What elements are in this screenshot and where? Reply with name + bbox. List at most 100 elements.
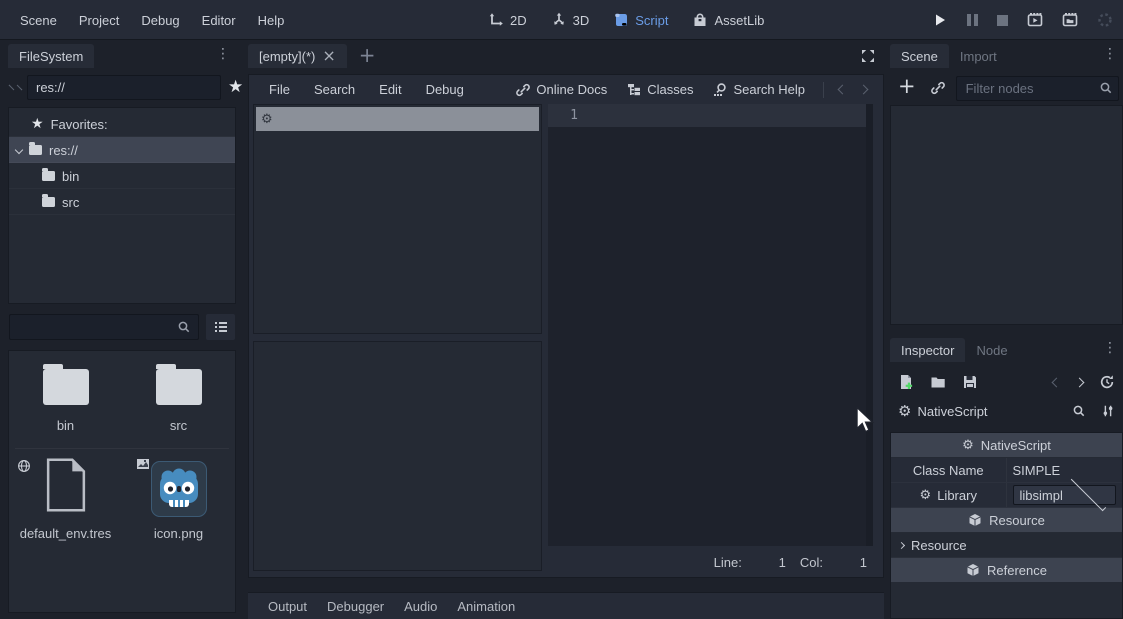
- tab-animation[interactable]: Animation: [447, 599, 525, 614]
- file-search-input[interactable]: [9, 314, 199, 340]
- file-item-bin[interactable]: bin: [9, 361, 122, 436]
- 2d-axis-icon: [488, 12, 504, 28]
- instance-scene-icon[interactable]: [930, 80, 946, 96]
- collapse-arrow-icon[interactable]: [15, 145, 23, 153]
- tree-item-res[interactable]: res://: [9, 137, 235, 163]
- godot-logo-icon: [156, 467, 202, 511]
- workspace-3d-label: 3D: [573, 13, 590, 28]
- tab-import[interactable]: Import: [949, 44, 1008, 68]
- file-item-icon-png[interactable]: icon.png: [122, 457, 235, 544]
- script-tab-label: [empty](*): [259, 49, 315, 64]
- inspector-back-icon[interactable]: [1052, 377, 1062, 387]
- script-menu-edit[interactable]: Edit: [369, 82, 411, 97]
- reference-cube-icon: [966, 563, 980, 577]
- script-icon: [613, 12, 629, 28]
- tree-item-bin-label: bin: [62, 168, 79, 184]
- fullscreen-icon[interactable]: [860, 48, 876, 64]
- category-nativescript[interactable]: ⚙ NativeScript: [891, 433, 1122, 457]
- file-item-src-label: src: [131, 417, 227, 436]
- icon-png-thumbnail: [151, 461, 207, 517]
- file-list-view-toggle[interactable]: [206, 314, 235, 340]
- history-forward-icon[interactable]: [17, 84, 23, 90]
- add-node-button[interactable]: +: [894, 76, 920, 97]
- folder-icon: [42, 197, 55, 207]
- workspace-2d-label: 2D: [510, 13, 527, 28]
- class-name-label: Class Name: [913, 463, 984, 478]
- online-docs-button[interactable]: Online Docs: [510, 82, 612, 98]
- save-resource-button[interactable]: [962, 374, 978, 390]
- tab-output[interactable]: Output: [258, 599, 317, 614]
- filter-nodes-input[interactable]: [956, 76, 1119, 101]
- menu-scene[interactable]: Scene: [9, 13, 68, 28]
- pause-button[interactable]: [967, 14, 978, 26]
- scene-toolbar: +: [890, 74, 1123, 102]
- load-resource-button[interactable]: [930, 374, 946, 390]
- inspector-forward-icon[interactable]: [1075, 377, 1085, 387]
- library-dropdown[interactable]: libsimple.: [1013, 485, 1117, 505]
- filesystem-menu-icon[interactable]: ⋮: [216, 47, 230, 61]
- file-item-icon-png-label: icon.png: [131, 525, 227, 544]
- resource-expand-row[interactable]: Resource: [891, 533, 1122, 558]
- path-input[interactable]: [27, 75, 221, 100]
- inspector-object-name: NativeScript: [917, 404, 987, 419]
- script-forward-icon[interactable]: [859, 85, 869, 95]
- script-menu-file[interactable]: File: [259, 82, 300, 97]
- tab-audio[interactable]: Audio: [394, 599, 447, 614]
- classes-button[interactable]: Classes: [621, 82, 698, 98]
- history-icon[interactable]: [1099, 374, 1115, 390]
- inspector-menu-icon[interactable]: ⋮: [1103, 341, 1117, 355]
- stop-button[interactable]: [997, 15, 1008, 26]
- tab-node[interactable]: Node: [965, 338, 1018, 362]
- script-list: ⚙: [253, 104, 542, 334]
- play-scene-button[interactable]: [1027, 12, 1043, 28]
- file-item-default-env[interactable]: default_env.tres: [9, 457, 122, 544]
- class-name-value[interactable]: SIMPLE: [1007, 458, 1123, 482]
- category-resource[interactable]: Resource: [891, 508, 1122, 532]
- tab-debugger[interactable]: Debugger: [317, 599, 394, 614]
- tab-import-label: Import: [960, 49, 997, 64]
- tree-item-favorites[interactable]: ★ Favorites:: [9, 111, 235, 137]
- tree-item-bin[interactable]: bin: [9, 163, 235, 189]
- line-number: 1: [548, 108, 578, 123]
- menu-help[interactable]: Help: [247, 13, 296, 28]
- scene-menu-icon[interactable]: ⋮: [1103, 47, 1117, 61]
- category-reference[interactable]: Reference: [891, 558, 1122, 582]
- search-properties-icon[interactable]: [1072, 404, 1086, 418]
- workspace-assetlib[interactable]: AssetLib: [692, 12, 764, 28]
- script-back-icon[interactable]: [838, 85, 848, 95]
- favorite-star-icon[interactable]: ★: [228, 79, 243, 96]
- menu-editor[interactable]: Editor: [191, 13, 247, 28]
- new-tab-icon[interactable]: +: [359, 45, 376, 65]
- workspace-3d[interactable]: 3D: [551, 12, 590, 28]
- play-button[interactable]: [932, 12, 948, 28]
- tab-filesystem[interactable]: FileSystem: [8, 44, 94, 68]
- globe-badge-icon: [17, 459, 31, 473]
- menu-project[interactable]: Project: [68, 13, 130, 28]
- script-menu-search[interactable]: Search: [304, 82, 365, 97]
- image-badge-icon: [136, 457, 150, 471]
- workspace-script[interactable]: Script: [613, 12, 668, 28]
- search-help-button[interactable]: Search Help: [707, 82, 810, 98]
- tab-filesystem-label: FileSystem: [19, 49, 83, 64]
- script-menu-debug[interactable]: Debug: [416, 82, 474, 97]
- play-custom-scene-button[interactable]: [1062, 12, 1078, 28]
- script-tab-empty[interactable]: [empty](*) ×: [248, 44, 347, 68]
- new-resource-button[interactable]: [898, 374, 914, 390]
- workspace-2d[interactable]: 2D: [488, 12, 527, 28]
- close-tab-icon[interactable]: ×: [322, 48, 335, 64]
- file-item-src[interactable]: src: [122, 361, 235, 436]
- script-list-item[interactable]: ⚙: [256, 107, 539, 131]
- history-back-icon[interactable]: [9, 84, 15, 90]
- workspace-assetlib-label: AssetLib: [714, 13, 764, 28]
- tree-item-src[interactable]: src: [9, 189, 235, 215]
- favorites-label: Favorites:: [51, 116, 108, 132]
- tab-scene[interactable]: Scene: [890, 44, 949, 68]
- scene-tree-panel[interactable]: [890, 105, 1123, 325]
- code-scrollbar[interactable]: [866, 104, 873, 546]
- col-label: Col:: [800, 555, 823, 570]
- tab-inspector[interactable]: Inspector: [890, 338, 965, 362]
- menu-debug[interactable]: Debug: [130, 13, 190, 28]
- col-value: 1: [823, 555, 867, 570]
- property-tools-icon[interactable]: [1101, 404, 1115, 418]
- code-area[interactable]: 1: [548, 104, 873, 546]
